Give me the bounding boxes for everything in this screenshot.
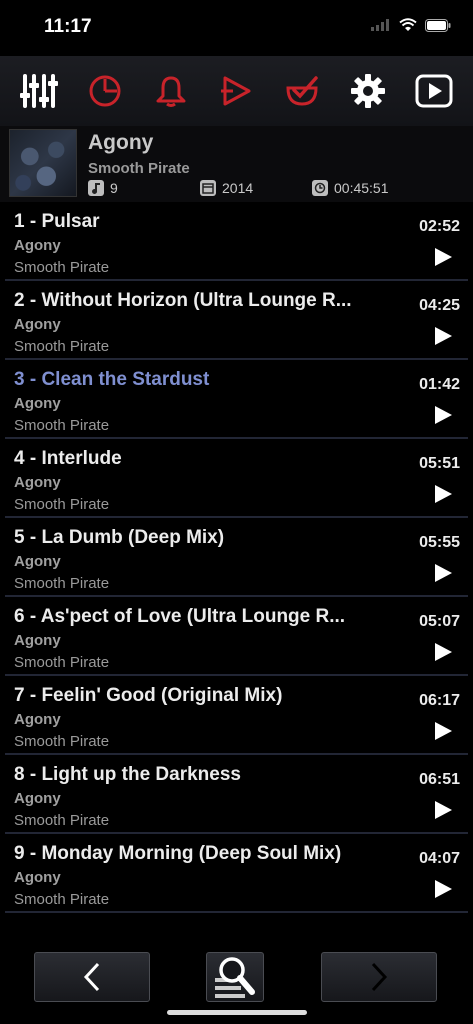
track-artist: Smooth Pirate bbox=[14, 733, 110, 750]
album-artist: Smooth Pirate bbox=[88, 160, 190, 177]
track-row[interactable]: 6 - As'pect of Love (Ultra Lounge R... A… bbox=[5, 597, 468, 676]
track-title: 7 - Feelin' Good (Original Mix) bbox=[14, 685, 283, 706]
search-button[interactable] bbox=[206, 952, 264, 1002]
album-art[interactable] bbox=[10, 130, 76, 196]
track-title: 4 - Interlude bbox=[14, 448, 122, 469]
status-bar: 11:17 bbox=[0, 0, 473, 52]
track-title-active: 3 - Clean the Stardust bbox=[14, 369, 210, 390]
album-duration-value: 00:45:51 bbox=[334, 180, 389, 196]
track-album: Agony bbox=[14, 237, 61, 254]
track-artist: Smooth Pirate bbox=[14, 891, 110, 908]
alarm-button[interactable] bbox=[149, 69, 193, 113]
now-playing-button[interactable] bbox=[412, 69, 456, 113]
play-icon[interactable] bbox=[432, 483, 454, 505]
track-row[interactable]: 1 - Pulsar Agony Smooth Pirate 02:52 bbox=[5, 202, 468, 281]
track-duration: 05:07 bbox=[419, 613, 460, 630]
track-duration: 06:51 bbox=[419, 771, 460, 788]
track-duration: 04:07 bbox=[419, 850, 460, 867]
previous-page-button[interactable] bbox=[34, 952, 150, 1002]
track-count-value: 9 bbox=[110, 180, 118, 196]
track-artist: Smooth Pirate bbox=[14, 812, 110, 829]
track-album: Agony bbox=[14, 869, 61, 886]
play-icon[interactable] bbox=[432, 325, 454, 347]
track-title: 8 - Light up the Darkness bbox=[14, 764, 241, 785]
home-indicator[interactable] bbox=[167, 1010, 307, 1015]
status-time: 11:17 bbox=[44, 16, 92, 37]
alarm-bell-icon bbox=[156, 76, 186, 107]
track-row[interactable]: 4 - Interlude Agony Smooth Pirate 05:51 bbox=[5, 439, 468, 518]
track-title: 1 - Pulsar bbox=[14, 211, 100, 232]
play-icon[interactable] bbox=[432, 246, 454, 268]
battery-icon bbox=[425, 18, 451, 32]
album-title: Agony bbox=[88, 131, 154, 154]
bottom-nav bbox=[0, 952, 473, 1006]
track-artist: Smooth Pirate bbox=[14, 654, 110, 671]
sleep-timer-button[interactable] bbox=[83, 69, 127, 113]
notch bbox=[118, 0, 356, 34]
album-duration: 00:45:51 bbox=[312, 180, 389, 196]
track-artist: Smooth Pirate bbox=[14, 575, 110, 592]
track-duration: 04:25 bbox=[419, 297, 460, 314]
chevron-right-icon bbox=[371, 962, 388, 992]
track-duration: 01:42 bbox=[419, 376, 460, 393]
track-row[interactable]: 5 - La Dumb (Deep Mix) Agony Smooth Pira… bbox=[5, 518, 468, 597]
track-duration: 02:52 bbox=[419, 218, 460, 235]
clock-icon bbox=[312, 180, 328, 196]
play-icon[interactable] bbox=[432, 799, 454, 821]
status-icons bbox=[371, 18, 451, 32]
track-row[interactable]: 9 - Monday Morning (Deep Soul Mix) Agony… bbox=[5, 834, 468, 913]
track-title: 6 - As'pect of Love (Ultra Lounge R... bbox=[14, 606, 346, 627]
playlist-button[interactable] bbox=[214, 69, 258, 113]
play-icon[interactable] bbox=[432, 720, 454, 742]
music-note-icon bbox=[88, 180, 104, 196]
play-icon[interactable] bbox=[432, 404, 454, 426]
play-icon[interactable] bbox=[432, 641, 454, 663]
timer-icon bbox=[89, 75, 121, 107]
track-album: Agony bbox=[14, 316, 61, 333]
track-album: Agony bbox=[14, 553, 61, 570]
next-page-button[interactable] bbox=[321, 952, 437, 1002]
track-artist: Smooth Pirate bbox=[14, 496, 110, 513]
track-album: Agony bbox=[14, 632, 61, 649]
track-title: 9 - Monday Morning (Deep Soul Mix) bbox=[14, 843, 342, 864]
wifi-icon bbox=[399, 18, 417, 31]
track-row[interactable]: 7 - Feelin' Good (Original Mix) Agony Sm… bbox=[5, 676, 468, 755]
track-row[interactable]: 3 - Clean the Stardust Agony Smooth Pira… bbox=[5, 360, 468, 439]
track-artist: Smooth Pirate bbox=[14, 259, 110, 276]
album-year: 2014 bbox=[200, 180, 253, 196]
play-icon[interactable] bbox=[432, 562, 454, 584]
track-album: Agony bbox=[14, 474, 61, 491]
track-artist: Smooth Pirate bbox=[14, 417, 110, 434]
favorite-check-icon bbox=[286, 76, 319, 106]
track-title: 2 - Without Horizon (Ultra Lounge R... bbox=[14, 290, 352, 311]
chevron-left-icon bbox=[83, 962, 100, 992]
equalizer-button[interactable] bbox=[17, 69, 61, 113]
track-duration: 06:17 bbox=[419, 692, 460, 709]
now-playing-icon bbox=[415, 74, 453, 108]
playlist-play-icon bbox=[221, 76, 251, 106]
favorites-button[interactable] bbox=[280, 69, 324, 113]
track-count: 9 bbox=[88, 180, 118, 196]
toolbar bbox=[0, 56, 473, 126]
album-year-value: 2014 bbox=[222, 180, 254, 196]
track-album: Agony bbox=[14, 711, 61, 728]
track-list: 1 - Pulsar Agony Smooth Pirate 02:52 2 -… bbox=[0, 202, 473, 913]
play-icon[interactable] bbox=[432, 878, 454, 900]
calendar-icon bbox=[200, 180, 216, 196]
track-album: Agony bbox=[14, 790, 61, 807]
track-row[interactable]: 2 - Without Horizon (Ultra Lounge R... A… bbox=[5, 281, 468, 360]
track-row[interactable]: 8 - Light up the Darkness Agony Smooth P… bbox=[5, 755, 468, 834]
signal-icon bbox=[371, 19, 389, 31]
track-album: Agony bbox=[14, 395, 61, 412]
track-duration: 05:55 bbox=[419, 534, 460, 551]
track-artist: Smooth Pirate bbox=[14, 338, 110, 355]
equalizer-icon bbox=[19, 74, 58, 108]
track-duration: 05:51 bbox=[419, 455, 460, 472]
track-title: 5 - La Dumb (Deep Mix) bbox=[14, 527, 225, 548]
gear-icon bbox=[351, 74, 386, 108]
search-icon bbox=[215, 957, 255, 998]
settings-button[interactable] bbox=[346, 69, 390, 113]
